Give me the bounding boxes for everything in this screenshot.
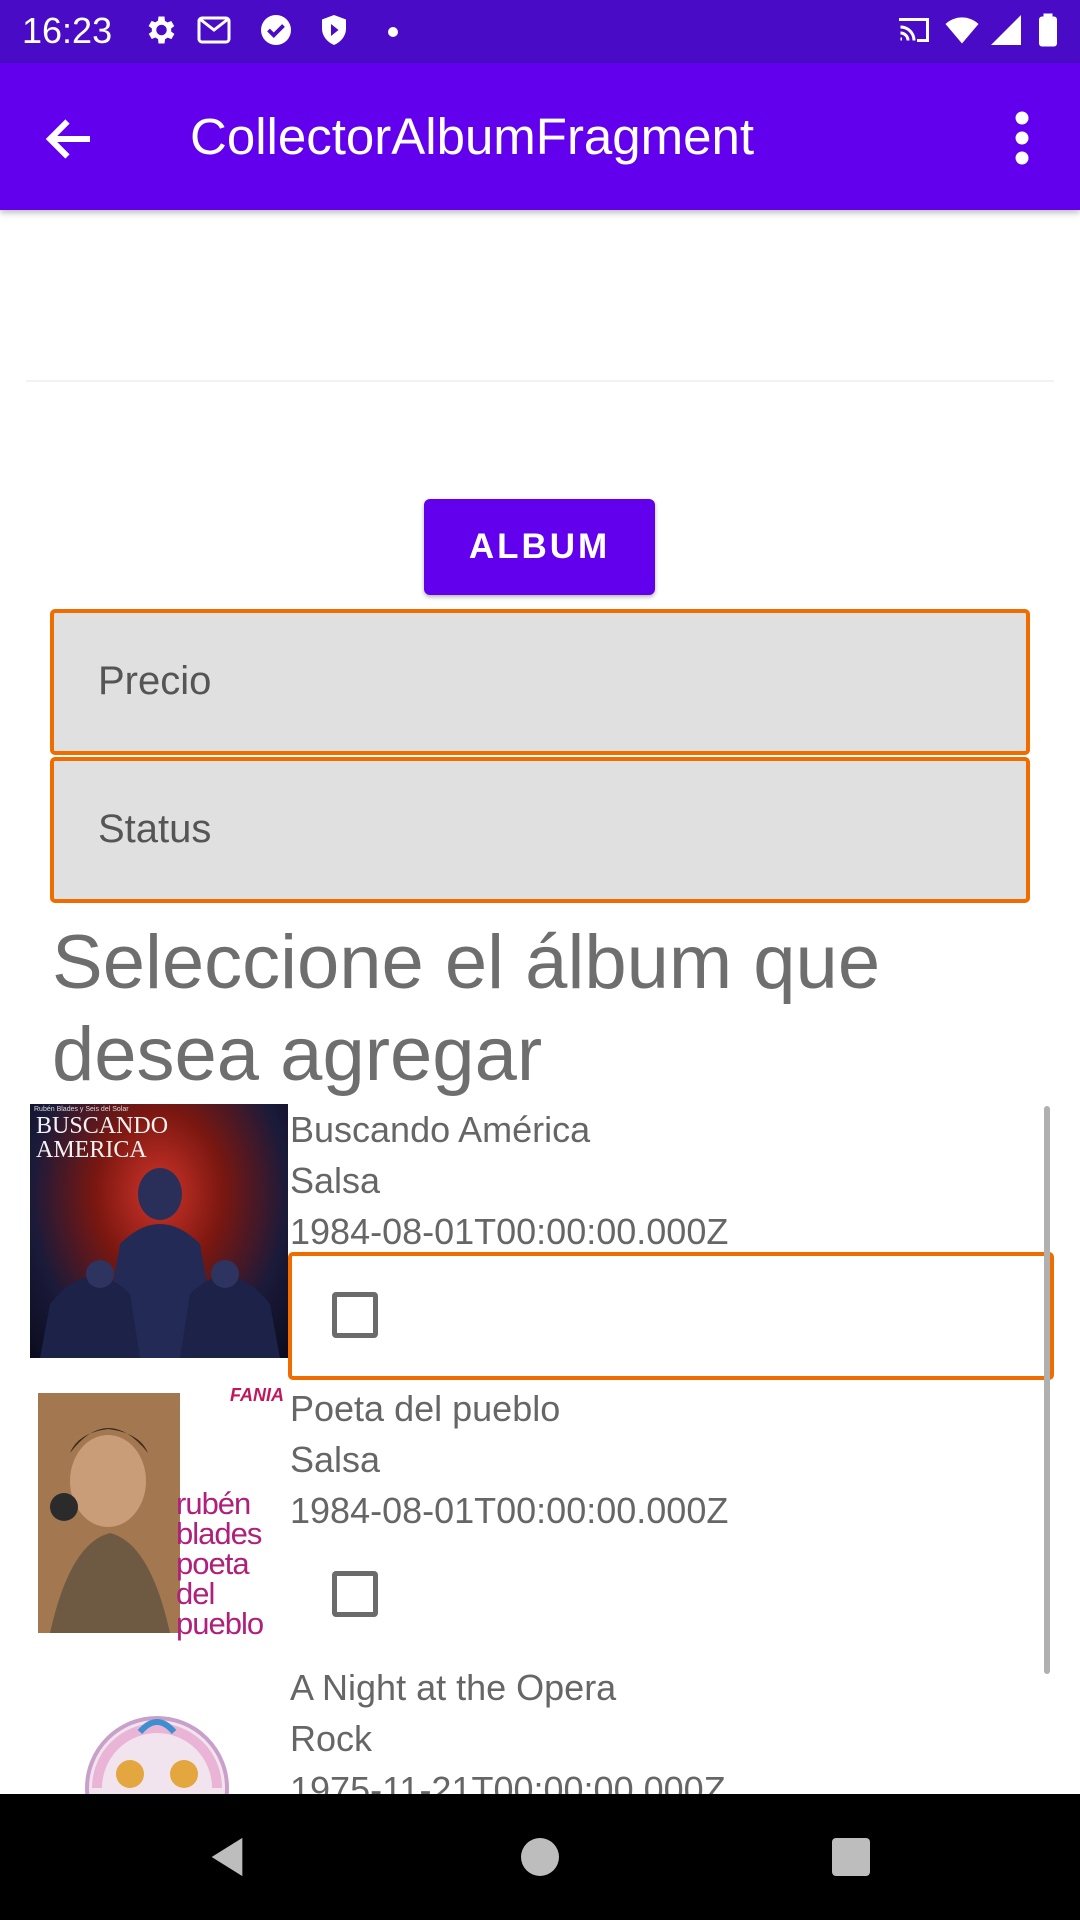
album-cover: FANIA rubén blades poeta del pueblo	[30, 1383, 284, 1643]
page-title: CollectorAlbumFragment	[190, 108, 755, 165]
card-divider	[26, 380, 1054, 382]
battery-icon	[1039, 13, 1057, 47]
nav-home-icon[interactable]	[521, 1838, 559, 1876]
list-item[interactable]: A Night at the Opera Rock 1975-11-21T00:…	[26, 1658, 1054, 1794]
list-item[interactable]: FANIA rubén blades poeta del pueblo Poet…	[26, 1379, 1054, 1658]
album-name: Buscando América	[290, 1109, 591, 1150]
album-genre: Salsa	[290, 1160, 381, 1201]
fania-logo: FANIA	[230, 1385, 284, 1405]
cover-title: BUSCANDO AMERICA	[36, 1113, 169, 1163]
album-cover-art	[85, 1716, 229, 1794]
album-release-date: 1984-08-01T00:00:00.000Z	[290, 1211, 729, 1252]
dot-icon	[388, 27, 398, 37]
album-release-date: 1975-11-21T00:00:00.000Z	[290, 1769, 726, 1794]
navigation-bar	[0, 1794, 1080, 1920]
album-cover	[30, 1662, 288, 1794]
cover-title: rubén blades poeta del pueblo	[176, 1486, 264, 1641]
album-name: A Night at the Opera	[290, 1667, 617, 1708]
select-row[interactable]	[288, 1531, 1054, 1659]
cover-subtext: Rubén Blades y Seis del Solar	[34, 1106, 129, 1113]
wifi-icon	[945, 17, 979, 44]
select-checkbox[interactable]	[332, 1292, 378, 1338]
status-field[interactable]: Status	[50, 757, 1030, 903]
status-time: 16:23	[22, 10, 113, 51]
select-row[interactable]	[288, 1252, 1054, 1380]
album-genre: Salsa	[290, 1439, 381, 1480]
gmail-icon	[197, 16, 231, 44]
cast-icon	[899, 18, 929, 42]
section-heading: Seleccione el álbum que desea agregar	[52, 920, 881, 1097]
nav-recents-icon[interactable]	[832, 1838, 870, 1876]
check-badge-icon	[261, 15, 291, 45]
album-genre: Rock	[290, 1718, 373, 1759]
list-item[interactable]: Rubén Blades y Seis del Solar BUSCANDO A…	[26, 1100, 1054, 1380]
precio-placeholder: Precio	[98, 659, 212, 703]
precio-field[interactable]: Precio	[50, 609, 1030, 755]
status-bar: 16:23	[0, 0, 1080, 63]
album-name: Poeta del pueblo	[290, 1388, 561, 1429]
more-vert-icon[interactable]	[1002, 108, 1042, 168]
album-release-date: 1984-08-01T00:00:00.000Z	[290, 1490, 729, 1531]
app-bar: CollectorAlbumFragment	[0, 63, 1080, 210]
status-placeholder: Status	[98, 807, 212, 851]
album-cover: Rubén Blades y Seis del Solar BUSCANDO A…	[30, 1104, 288, 1358]
shield-icon	[322, 15, 346, 45]
album-list[interactable]: Rubén Blades y Seis del Solar BUSCANDO A…	[26, 1100, 1054, 1794]
nav-back-icon[interactable]	[204, 1834, 250, 1880]
select-checkbox[interactable]	[332, 1571, 378, 1617]
arrow-back-icon[interactable]	[40, 109, 100, 169]
list-scrollbar[interactable]	[1044, 1106, 1050, 1674]
album-button[interactable]: ALBUM	[424, 499, 655, 595]
gear-icon	[148, 16, 175, 44]
signal-icon	[991, 15, 1021, 45]
